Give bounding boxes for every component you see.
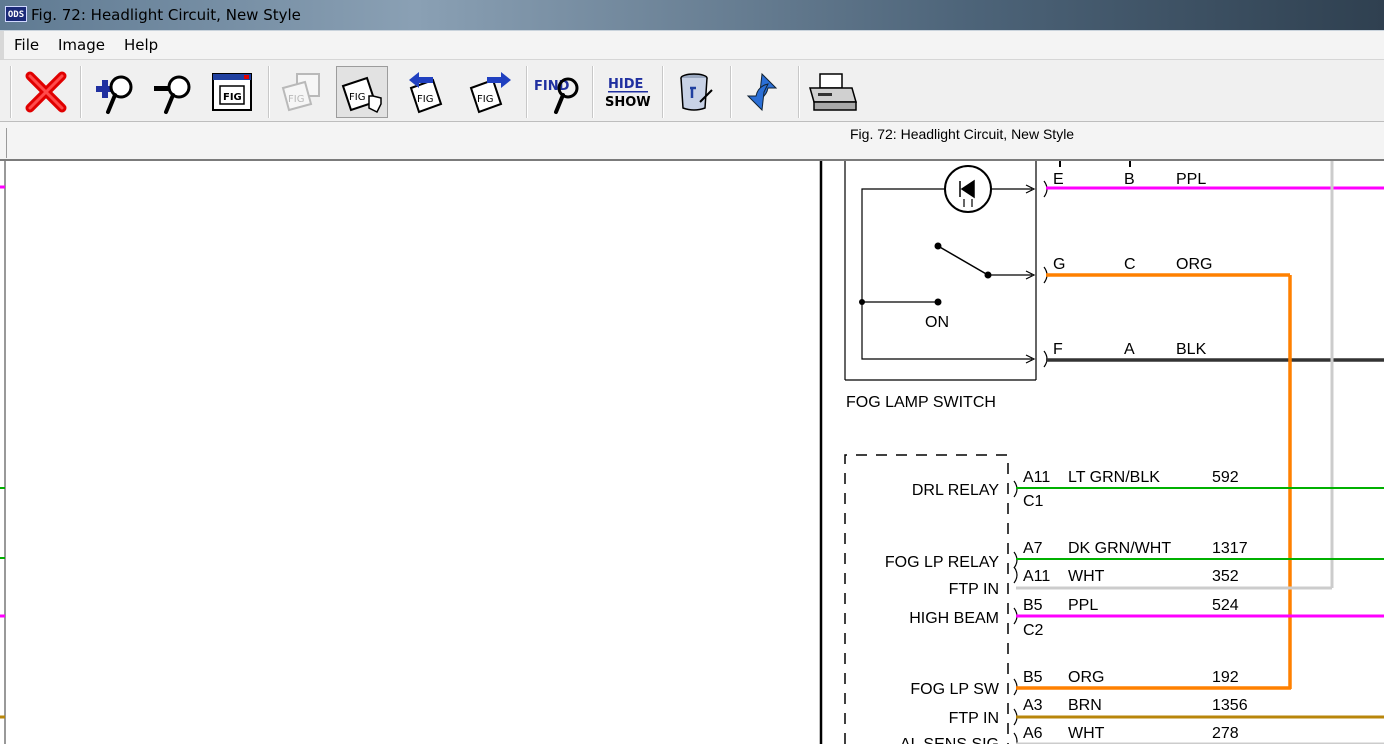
hide-show-icon: HIDE SHOW (605, 77, 651, 110)
next-figure-icon: FIG (469, 72, 511, 114)
print-button[interactable] (806, 66, 858, 118)
module-circuit: 352 (1212, 568, 1239, 585)
svg-text:FIG: FIG (288, 94, 304, 105)
figure-list-icon: FIG (281, 73, 320, 112)
figure-hand-icon: FIG (341, 76, 382, 114)
printer-icon (809, 73, 857, 111)
hide-show-button[interactable]: HIDE SHOW (602, 66, 654, 118)
zoom-out-icon (154, 75, 191, 114)
module-circuit: 524 (1212, 597, 1239, 614)
control-module: DRL RELAY FOG LP RELAY FTP IN HIGH BEAM … (844, 454, 1009, 748)
switch-color-blk: BLK (1176, 341, 1207, 358)
module-pin: A6 (1023, 725, 1043, 742)
module-label-ftp-in: FTP IN (949, 581, 999, 598)
module-wire-color: ORG (1068, 669, 1104, 686)
wiring-diagram: ON FOG LAMP SWITCH E B PPL G C ORG F A B… (0, 161, 1384, 748)
previous-figure-button[interactable]: FIG (402, 66, 454, 118)
switch-pin-f: F (1053, 341, 1063, 358)
module-pin: A11 (1023, 469, 1050, 486)
menu-help[interactable]: Help (124, 36, 158, 54)
switch-color-org: ORG (1176, 256, 1212, 273)
next-figure-button[interactable]: FIG (464, 66, 516, 118)
prev-figure-icon: FIG (409, 72, 443, 114)
title-bar: ODS Fig. 72: Headlight Circuit, New Styl… (0, 0, 1384, 31)
window-title: Fig. 72: Headlight Circuit, New Style (31, 6, 301, 24)
toolbar-separator (10, 66, 12, 118)
module-label-high-beam: HIGH BEAM (909, 610, 999, 627)
refresh-icon (746, 72, 778, 112)
module-pin: B5 (1023, 597, 1043, 614)
module-label-al-sens-sig: AL SENS SIG (900, 736, 999, 744)
module-wire-color: LT GRN/BLK (1068, 469, 1160, 486)
switch-cavity-c: C (1124, 256, 1136, 273)
figure-caption: Fig. 72: Headlight Circuit, New Style (850, 126, 1075, 142)
figure-canvas[interactable]: ON FOG LAMP SWITCH E B PPL G C ORG F A B… (0, 161, 1384, 748)
zoom-in-icon (96, 75, 133, 114)
module-pin: C1 (1023, 493, 1044, 510)
zoom-in-button[interactable] (88, 66, 140, 118)
svg-text:FIG: FIG (349, 92, 365, 103)
switch-pin-e: E (1053, 171, 1064, 188)
toolbar-separator (730, 66, 732, 118)
switch-cavity-a: A (1124, 341, 1135, 358)
figure-title-bar: Fig. 72: Headlight Circuit, New Style (0, 121, 1384, 161)
module-label-ftp-in-2: FTP IN (949, 710, 999, 727)
toolbar-separator (80, 66, 82, 118)
refresh-button[interactable] (736, 66, 788, 118)
menu-file[interactable]: File (14, 36, 39, 54)
svg-text:FIG: FIG (417, 94, 433, 105)
notes-button[interactable] (670, 66, 722, 118)
module-wire-color: WHT (1068, 568, 1105, 585)
module-pin: A7 (1023, 540, 1043, 557)
switch-color-ppl: PPL (1176, 171, 1206, 188)
toolbar-separator (526, 66, 528, 118)
module-circuit: 278 (1212, 725, 1239, 742)
fog-lamp-switch: ON FOG LAMP SWITCH (844, 161, 1131, 411)
toolbar: FIG FIG FIG FIG FIG FIND HIDE SHOW (0, 59, 1384, 122)
toolbar-separator (592, 66, 594, 118)
find-button[interactable]: FIND (532, 66, 584, 118)
menu-image[interactable]: Image (58, 36, 105, 54)
module-pin: C2 (1023, 622, 1044, 639)
fig-window-icon: FIG (212, 73, 252, 111)
zoom-out-button[interactable] (146, 66, 198, 118)
toolbar-separator (268, 66, 270, 118)
module-wire-color: BRN (1068, 697, 1102, 714)
find-icon: FIND (534, 77, 579, 114)
module-label-drl-relay: DRL RELAY (912, 482, 999, 499)
module-label-fog-lp-sw: FOG LP SW (910, 681, 1000, 698)
menu-bar: File Image Help (0, 31, 1384, 59)
toolbar-separator (662, 66, 664, 118)
select-figure-button[interactable]: FIG (336, 66, 388, 118)
module-wire-color: WHT (1068, 725, 1105, 742)
module-label-fog-lp-relay: FOG LP RELAY (885, 554, 999, 571)
fit-window-button[interactable]: FIG (206, 66, 258, 118)
module-circuit: 1317 (1212, 540, 1248, 557)
svg-text:FIG: FIG (223, 92, 242, 103)
switch-cavity-b: B (1124, 171, 1135, 188)
module-circuit: 592 (1212, 469, 1239, 486)
figure-list-button[interactable]: FIG (276, 66, 328, 118)
module-pin: B5 (1023, 669, 1043, 686)
switch-on-label: ON (925, 314, 949, 331)
fog-lamp-switch-label: FOG LAMP SWITCH (846, 394, 996, 411)
svg-text:SHOW: SHOW (605, 95, 651, 110)
module-wire-color: PPL (1068, 597, 1098, 614)
module-pin: A11 (1023, 568, 1050, 585)
close-x-icon (25, 71, 67, 113)
svg-text:HIDE: HIDE (608, 77, 643, 92)
module-pin: A3 (1023, 697, 1043, 714)
module-wire-color: DK GRN/WHT (1068, 540, 1171, 557)
svg-text:FIG: FIG (477, 94, 493, 105)
app-icon: ODS (5, 6, 27, 22)
figbar-divider (6, 128, 7, 158)
toolbar-separator (798, 66, 800, 118)
module-circuit: 1356 (1212, 697, 1248, 714)
notepad-icon (680, 73, 713, 111)
close-button[interactable] (20, 66, 72, 118)
module-circuit: 192 (1212, 669, 1239, 686)
switch-pin-g: G (1053, 256, 1065, 273)
